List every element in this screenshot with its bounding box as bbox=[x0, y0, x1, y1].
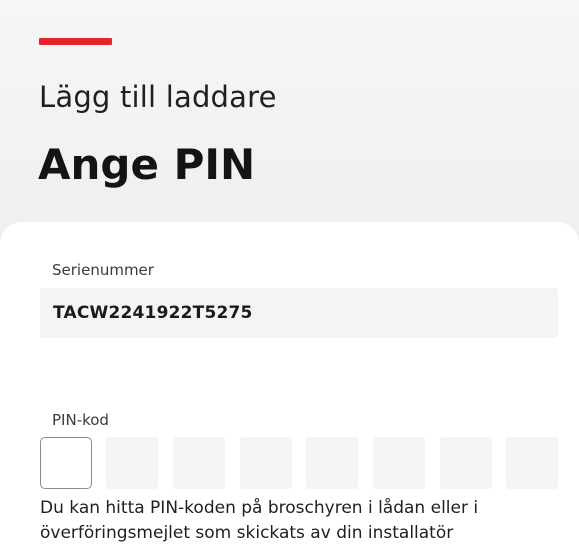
pin-digit-7[interactable] bbox=[440, 437, 492, 489]
page-title: Ange PIN bbox=[38, 140, 256, 189]
pin-digit-5[interactable] bbox=[306, 437, 358, 489]
pin-digit-6[interactable] bbox=[373, 437, 425, 489]
pin-digit-2[interactable] bbox=[106, 437, 158, 489]
pin-code-label: PIN-kod bbox=[52, 411, 109, 429]
header-area: Lägg till laddare Ange PIN bbox=[0, 0, 579, 240]
pin-digit-4[interactable] bbox=[240, 437, 292, 489]
pin-digit-3[interactable] bbox=[173, 437, 225, 489]
pin-digit-8[interactable] bbox=[506, 437, 558, 489]
pin-help-text: Du kan hitta PIN-koden på broschyren i l… bbox=[40, 498, 479, 543]
add-charger-screen: Lägg till laddare Ange PIN Serienummer T… bbox=[0, 0, 579, 545]
serial-number-value: TACW2241922T5275 bbox=[53, 303, 253, 323]
accent-bar bbox=[39, 38, 112, 45]
pin-digit-1[interactable] bbox=[40, 437, 92, 489]
page-subtitle: Lägg till laddare bbox=[39, 80, 277, 114]
serial-number-label: Serienummer bbox=[52, 261, 154, 279]
serial-number-field[interactable]: TACW2241922T5275 bbox=[40, 288, 558, 338]
